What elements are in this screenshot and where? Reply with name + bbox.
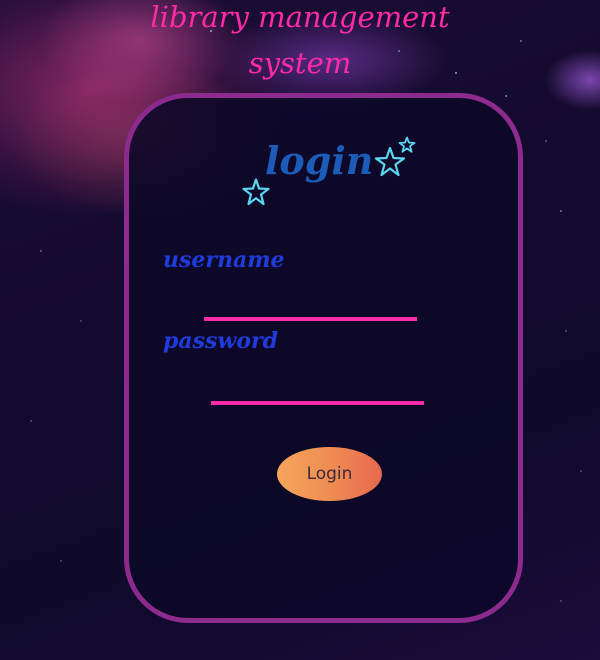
star-icon xyxy=(398,136,416,154)
username-label: username xyxy=(163,247,285,273)
app-title-line-1: library management xyxy=(150,0,450,34)
login-button[interactable]: Login xyxy=(277,447,382,501)
password-label: password xyxy=(163,328,278,354)
app-title: library management system xyxy=(0,0,600,86)
username-input[interactable] xyxy=(204,291,417,321)
login-heading: login xyxy=(265,138,374,183)
star-icon xyxy=(241,177,271,207)
password-input[interactable] xyxy=(211,375,424,405)
app-title-line-2: system xyxy=(248,46,352,80)
